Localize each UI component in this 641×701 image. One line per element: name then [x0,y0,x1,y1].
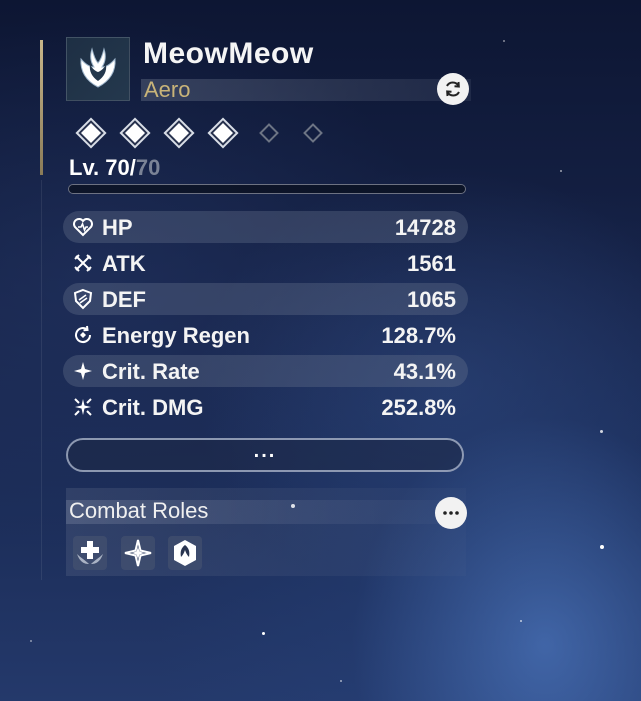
sequence-node-1[interactable] [80,122,104,146]
stat-value: 252.8% [381,395,456,420]
stats-list: HP 14728 ATK 1561 DEF 1065 Energy Regen … [63,210,468,426]
combat-role-healing[interactable] [73,536,107,570]
element-name: Aero [144,77,191,102]
stat-value: 43.1% [393,359,456,384]
element-bar [141,79,471,101]
background-star [600,545,604,549]
sequence-node-4[interactable] [212,122,236,146]
character-header: MeowMeow Aero [66,37,471,105]
stat-label: ATK [102,251,146,276]
level-current: Lv. 70/ [69,155,136,180]
energy-regen-icon [75,325,92,344]
background-star [600,430,603,433]
more-stats-button[interactable]: ... [66,438,464,472]
more-stats-label: ... [253,439,277,462]
stat-value: 14728 [394,215,456,240]
sequence-node-5[interactable] [258,122,282,146]
four-point-star-icon [124,539,152,567]
character-name: MeowMeow [143,37,314,70]
shield-icon [73,288,93,310]
heart-icon [73,218,93,237]
stat-row-def: DEF 1065 [63,282,468,318]
sparkle-icon [74,362,92,380]
stat-row-energy-regen: Energy Regen 128.7% [63,318,468,354]
accent-rail [40,40,43,175]
sequence-node-2[interactable] [124,122,148,146]
sequence-node-6[interactable] [302,122,326,146]
refresh-button[interactable] [437,73,469,105]
stat-label: Crit. DMG [102,395,204,420]
combat-roles-info-button[interactable] [435,497,467,529]
combat-roles-title: Combat Roles [69,498,209,523]
stat-value: 1065 [407,287,456,312]
stat-row-crit-rate: Crit. Rate 43.1% [63,354,468,390]
stat-row-hp: HP 14728 [63,210,468,246]
ellipsis-icon [443,511,459,515]
level-label: Lv. 70/70 [69,155,160,181]
background-star [503,40,505,42]
hex-shield-icon [174,540,196,566]
combat-role-star[interactable] [121,536,155,570]
sequence-node-3[interactable] [168,122,192,146]
divider-line [41,180,42,580]
crossed-swords-icon [74,254,92,272]
stat-label: Energy Regen [102,323,250,348]
level-progress-fill [69,185,465,193]
healing-wing-icon [77,541,103,564]
background-star [520,620,522,622]
stat-label: HP [102,215,133,240]
background-star [340,680,342,682]
burst-icon [74,398,92,416]
stat-label: DEF [102,287,146,312]
level-max: 70 [135,155,161,180]
stat-row-atk: ATK 1561 [63,246,468,282]
background-star [560,170,562,172]
stat-label: Crit. Rate [102,359,200,384]
background-star [30,640,32,642]
background-star [262,632,265,635]
stat-row-crit-dmg: Crit. DMG 252.8% [63,390,468,426]
stat-value: 1561 [407,251,456,276]
combat-role-shield[interactable] [168,536,202,570]
refresh-icon [446,81,460,97]
stat-value: 128.7% [381,323,456,348]
aero-emblem-icon [66,37,130,101]
sequence-nodes [72,116,467,154]
level-progress-bar [68,184,466,194]
